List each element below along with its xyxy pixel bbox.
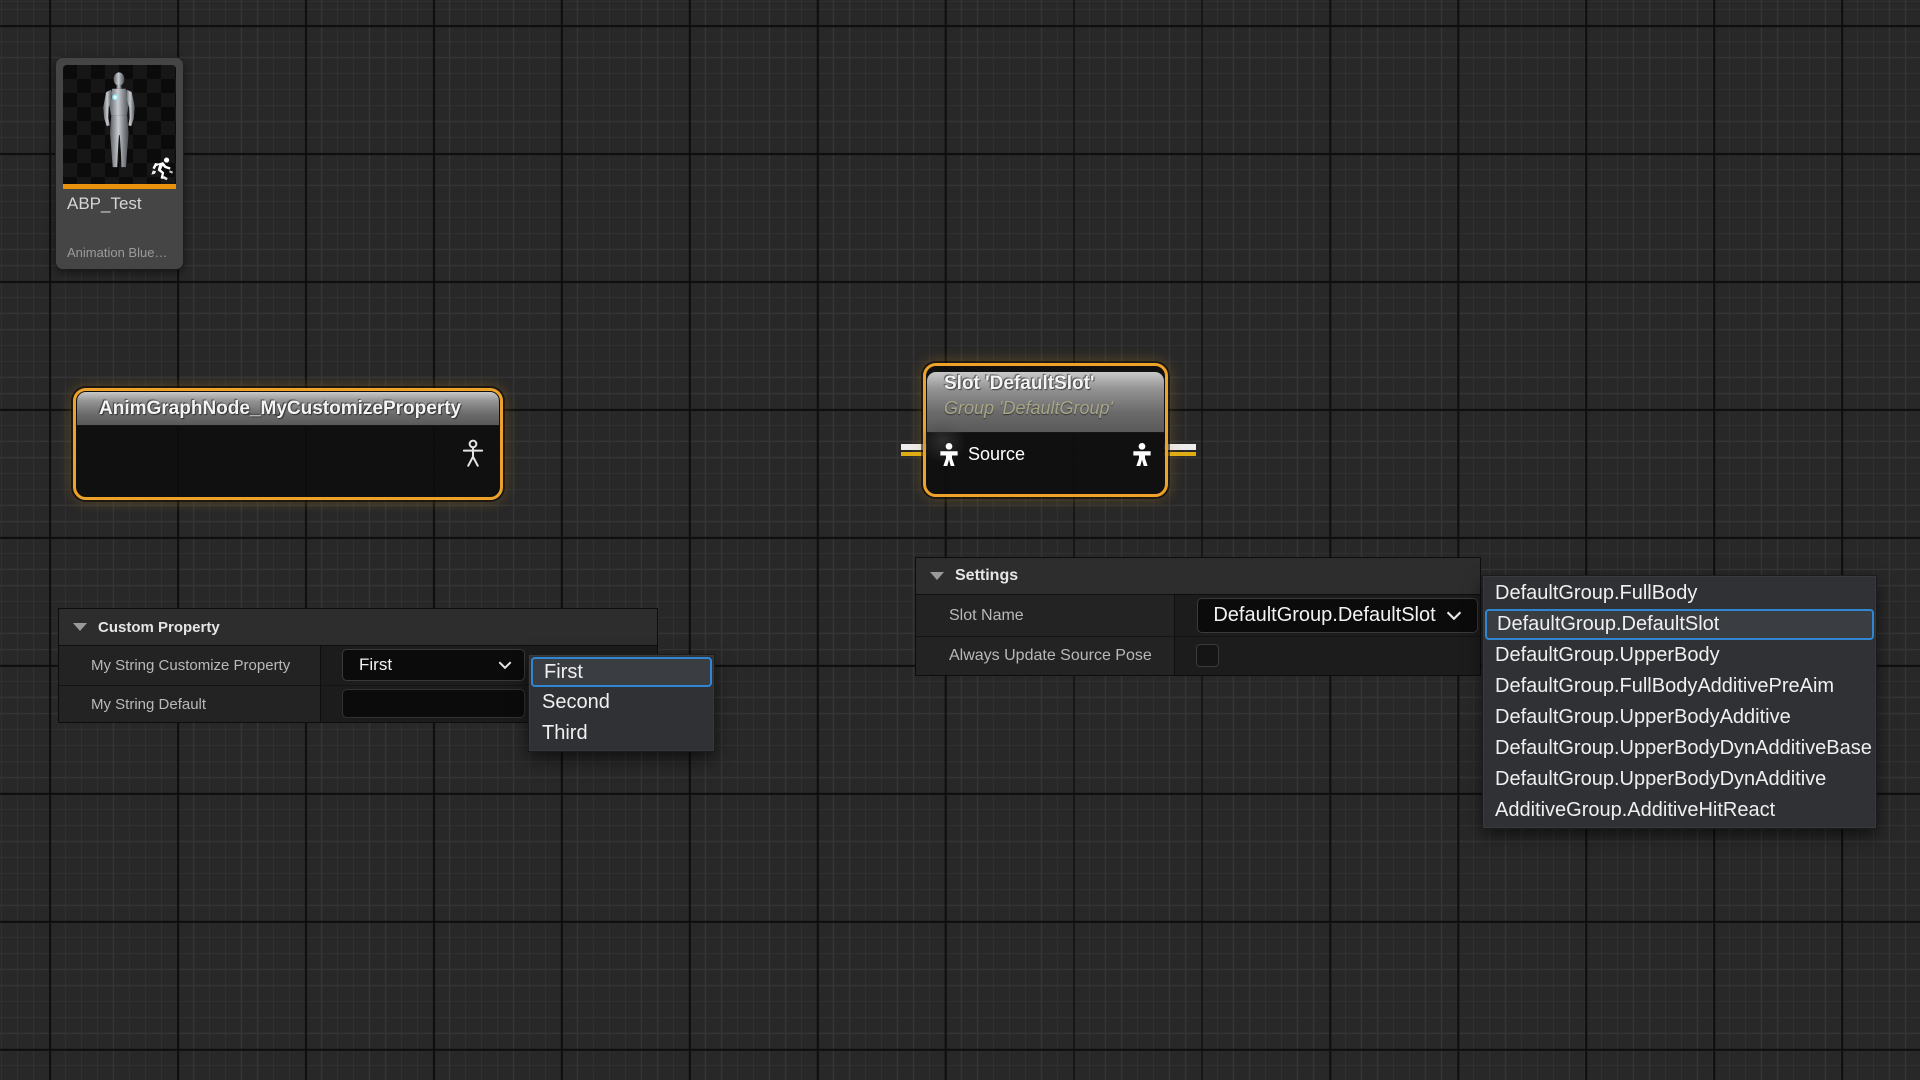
pose-solid-icon <box>939 442 959 467</box>
dropdown-current-value: First <box>359 655 392 675</box>
property-row: Slot Name DefaultGroup.DefaultSlot <box>916 595 1480 637</box>
settings-section-header[interactable]: Settings <box>916 558 1480 595</box>
output-pose-wire <box>1164 444 1196 450</box>
output-highlight-wire <box>1164 452 1196 456</box>
slot-option[interactable]: DefaultGroup.FullBodyAdditivePreAim <box>1483 671 1876 702</box>
slot-node[interactable]: Slot 'DefaultSlot' Group 'DefaultGroup' … <box>923 363 1168 497</box>
section-title: Custom Property <box>98 619 220 636</box>
node-header[interactable]: Slot 'DefaultSlot' Group 'DefaultGroup' <box>927 372 1164 433</box>
property-label: My String Default <box>59 686 321 722</box>
asset-tile-abp-test[interactable]: ABP_Test Animation Blue… <box>56 58 183 269</box>
enum-option-second[interactable]: Second <box>529 687 714 718</box>
asset-thumbnail <box>63 65 176 184</box>
my-string-customize-property-dropdown[interactable]: First <box>342 649 525 681</box>
source-pin-label: Source <box>968 444 1025 465</box>
output-pose-pin[interactable] <box>1132 442 1152 467</box>
slot-name-dropdown[interactable]: DefaultGroup.DefaultSlot <box>1197 598 1478 633</box>
collapse-triangle-icon <box>73 623 87 631</box>
dropdown-current-value: DefaultGroup.DefaultSlot <box>1213 604 1435 627</box>
section-title: Settings <box>955 567 1018 585</box>
property-label: Always Update Source Pose <box>916 637 1175 675</box>
node-header[interactable]: AnimGraphNode_MyCustomizeProperty <box>77 392 499 426</box>
enum-dropdown-popup: First Second Third <box>528 654 715 752</box>
node-title: Slot 'DefaultSlot' <box>944 372 1164 396</box>
source-pose-pin[interactable]: Source <box>939 442 1025 467</box>
slot-option-selected[interactable]: DefaultGroup.DefaultSlot <box>1485 609 1874 640</box>
enum-option-first[interactable]: First <box>531 657 712 687</box>
asset-type-accent-bar <box>63 184 176 189</box>
slot-option[interactable]: DefaultGroup.UpperBodyAdditive <box>1483 702 1876 733</box>
node-title: AnimGraphNode_MyCustomizeProperty <box>99 398 461 419</box>
settings-panel: Settings Slot Name DefaultGroup.DefaultS… <box>915 557 1481 676</box>
pose-outline-icon <box>461 439 485 467</box>
asset-title: ABP_Test <box>67 194 142 214</box>
animation-blueprint-badge-icon <box>148 155 175 182</box>
slot-option[interactable]: DefaultGroup.UpperBodyDynAdditiveBase <box>1483 733 1876 764</box>
graph-canvas[interactable]: ABP_Test Animation Blue… AnimGraphNode_M… <box>0 0 1920 1080</box>
custom-property-section-header[interactable]: Custom Property <box>59 609 657 646</box>
property-label: My String Customize Property <box>59 646 321 685</box>
slot-option[interactable]: AdditiveGroup.AdditiveHitReact <box>1483 795 1876 826</box>
chevron-down-icon <box>498 661 512 669</box>
collapse-triangle-icon <box>930 572 944 580</box>
node-subtitle: Group 'DefaultGroup' <box>944 396 1164 420</box>
property-label: Slot Name <box>916 595 1175 636</box>
mannequin-figure <box>87 68 151 182</box>
chevron-down-icon <box>1446 611 1462 620</box>
slot-option[interactable]: DefaultGroup.FullBody <box>1483 578 1876 609</box>
anim-graph-custom-node[interactable]: AnimGraphNode_MyCustomizeProperty <box>73 388 503 500</box>
property-row: Always Update Source Pose <box>916 637 1480 675</box>
pose-solid-icon <box>1132 442 1152 467</box>
slot-option[interactable]: DefaultGroup.UpperBody <box>1483 640 1876 671</box>
enum-option-third[interactable]: Third <box>529 718 714 749</box>
output-pose-pin[interactable] <box>461 439 485 472</box>
slot-name-dropdown-popup: DefaultGroup.FullBody DefaultGroup.Defau… <box>1482 575 1877 829</box>
asset-type-label: Animation Blue… <box>67 245 167 260</box>
always-update-source-pose-checkbox[interactable] <box>1196 644 1219 667</box>
slot-option[interactable]: DefaultGroup.UpperBodyDynAdditive <box>1483 764 1876 795</box>
my-string-default-input[interactable] <box>342 689 525 718</box>
